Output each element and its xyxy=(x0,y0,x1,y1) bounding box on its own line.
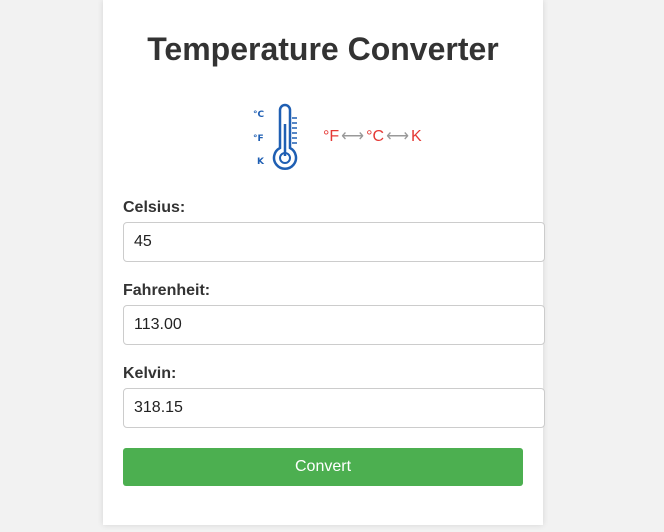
celsius-label: Celsius: xyxy=(123,199,186,216)
convert-button[interactable]: Convert xyxy=(123,448,523,486)
converter-card: Temperature Converter °C °F K °F ⟷ °C ⟷ … xyxy=(103,0,545,525)
page-title: Temperature Converter xyxy=(147,31,499,67)
thermometer-icon xyxy=(272,103,298,171)
kelvin-input[interactable] xyxy=(123,388,545,428)
fahrenheit-input[interactable] xyxy=(123,305,545,345)
temperature-illustration: °C °F K °F ⟷ °C ⟷ K xyxy=(225,96,435,178)
fahrenheit-symbol: °F xyxy=(323,128,340,145)
fahrenheit-label: Fahrenheit: xyxy=(123,282,211,299)
thermometer-image: °C °F K xyxy=(225,96,323,178)
celsius-input[interactable] xyxy=(123,222,545,262)
double-arrow-icon: ⟷ xyxy=(341,128,365,145)
double-arrow-icon: ⟷ xyxy=(386,128,409,145)
conversion-formula: °F ⟷ °C ⟷ K xyxy=(323,126,422,150)
kelvin-symbol: K xyxy=(411,128,422,145)
kelvin-label: Kelvin: xyxy=(123,365,177,382)
celsius-symbol: °C xyxy=(366,128,385,145)
